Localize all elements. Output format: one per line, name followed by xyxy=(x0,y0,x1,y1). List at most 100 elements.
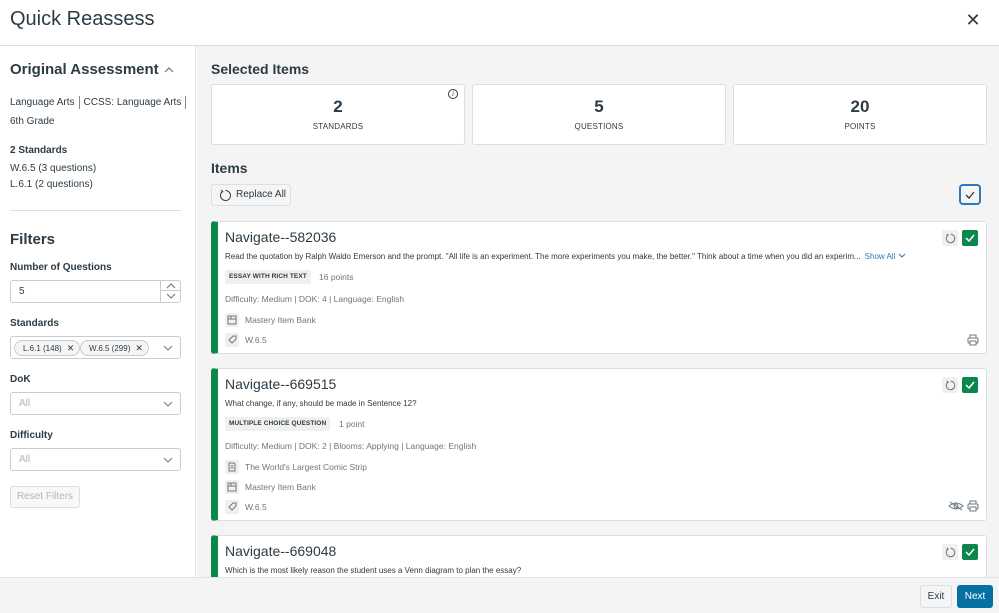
refresh-icon xyxy=(945,546,955,557)
hide-eye-icon[interactable] xyxy=(948,500,964,512)
assessment-meta: Language Arts CCSS: Language Arts 6th Gra… xyxy=(10,93,190,131)
difficulty-select[interactable]: All xyxy=(10,448,181,471)
item-card: Navigate--582036 Read the quotation by R… xyxy=(211,221,987,354)
chevron-down-icon xyxy=(166,293,175,299)
item-title[interactable]: Navigate--669048 xyxy=(225,543,336,559)
replace-item-button[interactable] xyxy=(942,230,958,246)
check-icon xyxy=(965,381,975,389)
refresh-icon xyxy=(220,189,231,201)
divider xyxy=(10,210,181,211)
main-panel: Selected Items 2 STANDARDS i 5 QUESTIONS… xyxy=(197,46,999,577)
chevron-up-icon[interactable] xyxy=(163,65,175,75)
select-all-checkbox[interactable] xyxy=(959,184,981,205)
chevron-down-icon xyxy=(163,401,173,407)
replace-item-button[interactable] xyxy=(942,377,958,393)
item-details: Difficulty: Medium | DOK: 4 | Language: … xyxy=(225,294,405,304)
item-standard-row: W.6.5 xyxy=(225,333,267,347)
standard-chip: W.6.5 (299) ✕ xyxy=(80,340,149,356)
refresh-icon xyxy=(945,379,955,390)
num-questions-stepper[interactable]: 5 xyxy=(10,280,181,303)
bank-name: Mastery Item Bank xyxy=(245,315,316,325)
modal-footer: Exit Next xyxy=(0,577,999,613)
increment-button[interactable] xyxy=(161,281,180,291)
chevron-down-icon[interactable] xyxy=(163,343,173,353)
difficulty-label: Difficulty xyxy=(10,430,53,441)
replace-all-label: Replace All xyxy=(236,189,287,200)
replace-item-button[interactable] xyxy=(942,544,958,560)
select-item-checkbox[interactable] xyxy=(962,230,978,246)
document-icon xyxy=(225,460,239,474)
exit-button[interactable]: Exit xyxy=(920,585,952,608)
item-points: 1 point xyxy=(339,419,365,429)
reset-filters-button[interactable]: Reset Filters xyxy=(10,486,80,508)
chip-label: L.6.1 (148) xyxy=(23,344,62,353)
filters-heading: Filters xyxy=(10,231,56,248)
standards-label: Standards xyxy=(10,318,59,329)
dok-label: DoK xyxy=(10,374,31,385)
question-type-badge: ESSAY WITH RICH TEXT xyxy=(225,270,311,284)
items-heading: Items xyxy=(211,160,248,176)
standard-line: L.6.1 (2 questions) xyxy=(10,179,93,190)
next-button[interactable]: Next xyxy=(957,585,993,608)
info-icon[interactable]: i xyxy=(448,89,458,99)
item-title[interactable]: Navigate--582036 xyxy=(225,229,336,245)
tag-icon xyxy=(225,333,239,347)
item-details: Difficulty: Medium | DOK: 2 | Blooms: Ap… xyxy=(225,441,477,451)
bank-icon xyxy=(225,480,239,494)
stat-value: 2 xyxy=(333,97,343,116)
remove-chip-icon[interactable]: ✕ xyxy=(135,343,143,353)
standard-name: W.6.5 xyxy=(245,335,267,345)
item-card: Navigate--669515 What change, if any, sh… xyxy=(211,368,987,521)
item-title[interactable]: Navigate--669515 xyxy=(225,376,336,392)
dok-placeholder: All xyxy=(19,398,31,409)
modal-title: Quick Reassess xyxy=(10,8,155,30)
stat-questions: 5 QUESTIONS xyxy=(472,84,726,145)
tag-icon xyxy=(225,500,239,514)
chevron-down-icon xyxy=(898,253,905,258)
prompt-text: Read the quotation by Ralph Waldo Emerso… xyxy=(225,252,861,261)
dok-select[interactable]: All xyxy=(10,392,181,415)
show-all-label: Show All xyxy=(864,252,896,261)
stat-value: 5 xyxy=(594,97,604,116)
check-icon xyxy=(965,234,975,242)
item-prompt: What change, if any, should be made in S… xyxy=(225,399,417,408)
bank-icon xyxy=(225,313,239,327)
question-type-badge: MULTIPLE CHOICE QUESTION xyxy=(225,417,331,431)
decrement-button[interactable] xyxy=(161,291,180,301)
stat-value: 20 xyxy=(850,97,870,116)
show-all-link[interactable]: Show All xyxy=(865,252,906,261)
stat-caption: STANDARDS xyxy=(312,122,364,131)
close-icon[interactable]: ✕ xyxy=(965,10,981,30)
replace-all-button[interactable]: Replace All xyxy=(211,184,291,206)
item-bank-row: Mastery Item Bank xyxy=(225,480,316,494)
chevron-up-icon xyxy=(166,282,175,288)
modal-header: Quick Reassess ✕ xyxy=(0,0,999,46)
item-standard-row: W.6.5 xyxy=(225,500,267,514)
selected-items-heading: Selected Items xyxy=(211,61,310,77)
print-icon[interactable] xyxy=(967,334,979,346)
stat-points: 20 POINTS xyxy=(733,84,987,145)
stat-standards: 2 STANDARDS i xyxy=(211,84,465,145)
print-icon[interactable] xyxy=(967,500,979,512)
item-bank-row: Mastery Item Bank xyxy=(225,313,316,327)
stat-caption: QUESTIONS xyxy=(574,122,624,131)
item-card: Navigate--669048 Which is the most likel… xyxy=(211,535,987,577)
subject: Language Arts xyxy=(10,97,75,108)
original-assessment-heading: Original Assessment xyxy=(10,61,159,78)
select-item-checkbox[interactable] xyxy=(962,544,978,560)
num-questions-value[interactable]: 5 xyxy=(19,286,25,297)
select-item-checkbox[interactable] xyxy=(962,377,978,393)
item-passage-row: The World's Largest Comic Strip xyxy=(225,460,367,474)
standards-select[interactable]: L.6.1 (148) ✕ W.6.5 (299) ✕ xyxy=(10,336,181,359)
grade: 6th Grade xyxy=(10,116,55,127)
item-points: 16 points xyxy=(319,272,354,282)
check-icon xyxy=(965,548,975,556)
difficulty-placeholder: All xyxy=(19,454,31,465)
passage-name[interactable]: The World's Largest Comic Strip xyxy=(245,462,367,472)
chip-label: W.6.5 (299) xyxy=(89,344,131,353)
standards-count: 2 Standards xyxy=(10,145,68,156)
check-icon xyxy=(965,191,975,199)
chevron-down-icon xyxy=(163,457,173,463)
sidebar: Original Assessment Language Arts CCSS: L… xyxy=(0,46,196,577)
remove-chip-icon[interactable]: ✕ xyxy=(67,343,75,353)
